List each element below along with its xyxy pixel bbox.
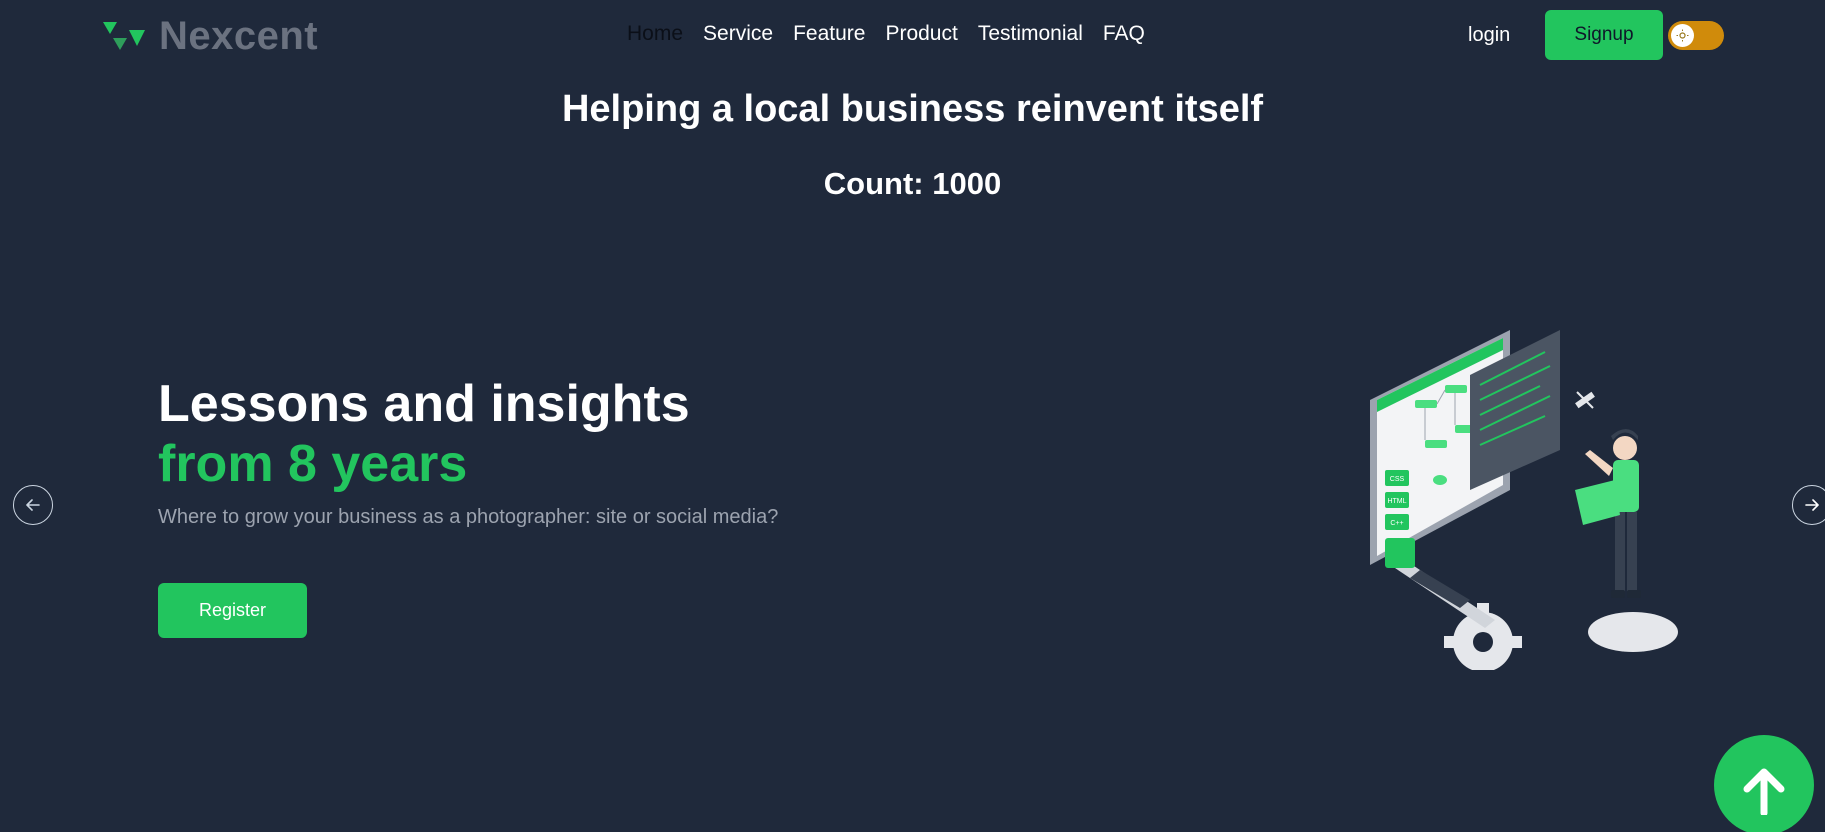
hero-title: Lessons and insights from 8 years xyxy=(158,374,690,494)
nav-home[interactable]: Home xyxy=(627,22,683,46)
nav-feature[interactable]: Feature xyxy=(793,22,865,46)
illustration-code-label: CSS xyxy=(1390,476,1405,483)
hero-subtitle: Where to grow your business as a photogr… xyxy=(158,506,779,528)
theme-toggle[interactable] xyxy=(1668,21,1724,50)
main-nav: Home Service Feature Product Testimonial… xyxy=(627,22,1145,46)
illustration-code-label: C++ xyxy=(1390,520,1403,527)
brand-name: Nexcent xyxy=(159,14,319,58)
hero-title-line1: Lessons and insights xyxy=(158,375,690,433)
nav-service[interactable]: Service xyxy=(703,22,773,46)
arrow-left-icon xyxy=(26,499,40,511)
nav-product[interactable]: Product xyxy=(885,22,957,46)
login-link[interactable]: login xyxy=(1468,24,1510,47)
illustration-code-label: HTML xyxy=(1387,498,1406,505)
arrow-up-icon xyxy=(1743,768,1785,815)
hero-title-line2: from 8 years xyxy=(158,435,468,493)
developer-illustration: CSS HTML C++ xyxy=(1370,330,1678,670)
count-display: Count: 1000 xyxy=(823,166,1002,201)
sun-icon xyxy=(1676,29,1689,42)
toggle-knob xyxy=(1671,24,1694,47)
scroll-to-top-button[interactable] xyxy=(1714,735,1814,832)
site-header: Nexcent Home Service Feature Product Tes… xyxy=(0,0,1825,70)
arrow-right-icon xyxy=(1805,499,1819,511)
logo-icon xyxy=(103,21,145,50)
logo[interactable]: Nexcent xyxy=(103,14,318,59)
nav-testimonial[interactable]: Testimonial xyxy=(978,22,1083,46)
signup-button[interactable]: Signup xyxy=(1545,10,1663,60)
carousel-prev-button[interactable] xyxy=(13,485,53,525)
register-button[interactable]: Register xyxy=(158,583,307,638)
carousel-next-button[interactable] xyxy=(1792,485,1825,525)
page-headline: Helping a local business reinvent itself xyxy=(561,88,1264,130)
nav-faq[interactable]: FAQ xyxy=(1103,22,1145,46)
